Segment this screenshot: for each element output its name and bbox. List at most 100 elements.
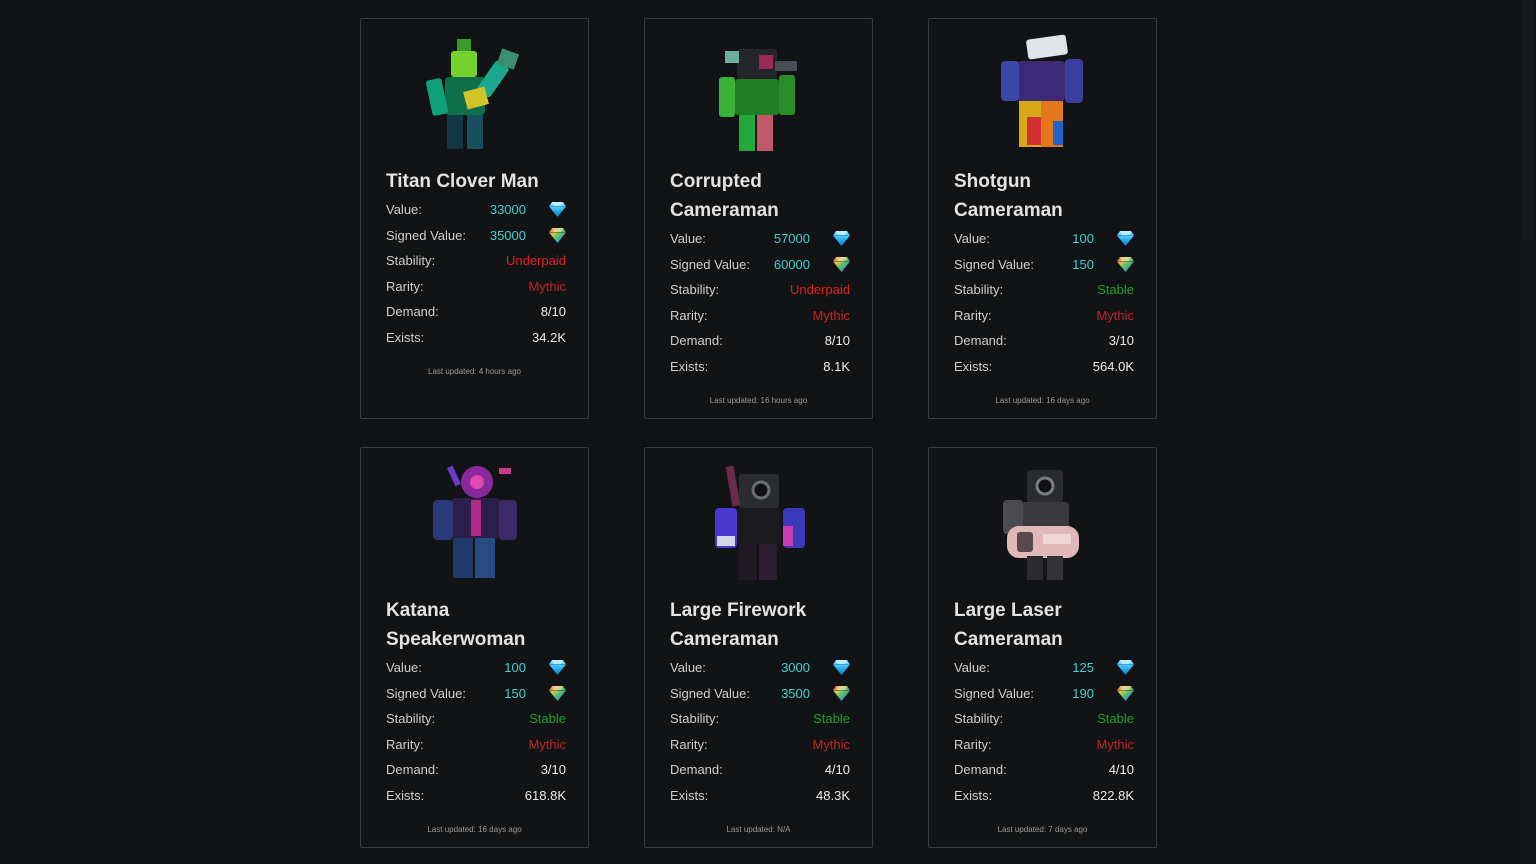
- rarity-row: Rarity: Mythic: [670, 303, 850, 329]
- value-label: Value:: [670, 231, 706, 246]
- signed-value-label: Signed Value:: [386, 685, 466, 701]
- demand-row: Demand: 3/10: [386, 757, 566, 783]
- character-image: [1002, 470, 1079, 580]
- last-updated: Last updated: 16 hours ago: [709, 396, 808, 405]
- rainbow-diamond-icon: [833, 257, 850, 272]
- stats-list: Value: 33000 Signed Value: 35000 Stabili…: [386, 197, 566, 351]
- stability-value: Stable: [1097, 711, 1134, 727]
- blue-diamond-icon: [833, 660, 850, 675]
- exists-value: 34.2K: [532, 329, 566, 345]
- stats-list: Value: 3000 Signed Value: 3500 Stability…: [670, 655, 850, 809]
- exists-label: Exists:: [670, 358, 709, 374]
- demand-row: Demand: 8/10: [386, 299, 566, 325]
- value-row: Value: 57000: [670, 226, 850, 252]
- item-card[interactable]: Corrupted Cameraman Value: 57000 Signed …: [644, 18, 873, 419]
- demand-label: Demand:: [670, 762, 723, 778]
- item-card[interactable]: Titan Clover Man Value: 33000 Signed Val…: [360, 18, 589, 419]
- rarity-label: Rarity:: [954, 307, 992, 323]
- rarity-value: Mythic: [812, 736, 850, 752]
- value-label: Value:: [954, 231, 990, 246]
- character-image: [714, 465, 805, 580]
- value-amount: 33000: [489, 202, 526, 217]
- demand-row: Demand: 3/10: [954, 328, 1134, 354]
- item-card[interactable]: Large Laser Cameraman Value: 125 Signed …: [928, 447, 1157, 848]
- rainbow-diamond-icon: [1117, 257, 1134, 272]
- value-label: Value:: [670, 660, 706, 675]
- rarity-row: Rarity: Mythic: [386, 732, 566, 758]
- signed-value-row: Signed Value: 150: [954, 252, 1134, 278]
- character-image: [1000, 34, 1083, 147]
- character-image: [718, 49, 797, 151]
- item-values-page: Titan Clover Man Value: 33000 Signed Val…: [0, 0, 1536, 864]
- stability-row: Stability: Underpaid: [670, 277, 850, 303]
- item-card[interactable]: Katana Speakerwoman Value: 100 Signed Va…: [360, 447, 589, 848]
- demand-label: Demand:: [670, 333, 723, 349]
- signed-value-amount: 35000: [489, 227, 526, 243]
- item-name: Corrupted Cameraman: [670, 171, 779, 221]
- item-name: Large Laser Cameraman: [954, 600, 1063, 650]
- character-image: [432, 465, 517, 578]
- stability-value: Stable: [1097, 282, 1134, 298]
- rarity-row: Rarity: Mythic: [954, 303, 1134, 329]
- stability-row: Stability: Stable: [954, 706, 1134, 732]
- item-card[interactable]: Large Firework Cameraman Value: 3000 Sig…: [644, 447, 873, 848]
- rarity-label: Rarity:: [386, 736, 424, 752]
- rarity-label: Rarity:: [386, 278, 424, 294]
- last-updated: Last updated: 16 days ago: [995, 396, 1090, 405]
- signed-value-label: Signed Value:: [954, 256, 1034, 272]
- value-amount: 100: [504, 660, 526, 675]
- signed-value-row: Signed Value: 35000: [386, 223, 566, 249]
- signed-value-row: Signed Value: 60000: [670, 252, 850, 278]
- stability-value: Stable: [813, 711, 850, 727]
- stability-row: Stability: Underpaid: [386, 248, 566, 274]
- signed-value-amount: 150: [504, 685, 526, 701]
- exists-value: 564.0K: [1092, 358, 1134, 374]
- value-label: Value:: [386, 202, 422, 217]
- exists-row: Exists: 8.1K: [670, 354, 850, 380]
- demand-value: 3/10: [1108, 333, 1134, 349]
- stats-list: Value: 57000 Signed Value: 60000 Stabili…: [670, 226, 850, 380]
- scrollbar[interactable]: [1520, 0, 1536, 864]
- exists-row: Exists: 48.3K: [670, 783, 850, 809]
- demand-value: 4/10: [824, 762, 850, 778]
- signed-value-row: Signed Value: 150: [386, 681, 566, 707]
- demand-label: Demand:: [954, 762, 1007, 778]
- value-label: Value:: [954, 660, 990, 675]
- exists-row: Exists: 822.8K: [954, 783, 1134, 809]
- demand-row: Demand: 4/10: [670, 757, 850, 783]
- exists-label: Exists:: [670, 787, 709, 803]
- demand-label: Demand:: [954, 333, 1007, 349]
- signed-value-amount: 190: [1072, 685, 1094, 701]
- demand-label: Demand:: [386, 304, 439, 320]
- value-label: Value:: [386, 660, 422, 675]
- stability-label: Stability:: [954, 282, 1004, 298]
- stability-label: Stability:: [670, 711, 720, 727]
- rarity-value: Mythic: [528, 736, 566, 752]
- blue-diamond-icon: [1117, 660, 1134, 675]
- demand-value: 8/10: [824, 333, 850, 349]
- stability-row: Stability: Stable: [954, 277, 1134, 303]
- exists-label: Exists:: [954, 787, 993, 803]
- rarity-value: Mythic: [1096, 307, 1134, 323]
- blue-diamond-icon: [833, 231, 850, 246]
- exists-label: Exists:: [954, 358, 993, 374]
- signed-value-label: Signed Value:: [954, 685, 1034, 701]
- stats-list: Value: 125 Signed Value: 190 Stability: …: [954, 655, 1134, 809]
- stability-label: Stability:: [670, 282, 720, 298]
- stability-label: Stability:: [386, 711, 436, 727]
- stability-label: Stability:: [954, 711, 1004, 727]
- exists-row: Exists: 564.0K: [954, 354, 1134, 380]
- rainbow-diamond-icon: [833, 686, 850, 701]
- item-name: Titan Clover Man: [386, 171, 539, 192]
- exists-label: Exists:: [386, 787, 425, 803]
- exists-value: 48.3K: [816, 787, 850, 803]
- item-card[interactable]: Shotgun Cameraman Value: 100 Signed Valu…: [928, 18, 1157, 419]
- exists-row: Exists: 618.8K: [386, 783, 566, 809]
- scrollbar-thumb[interactable]: [1522, 0, 1534, 240]
- last-updated: Last updated: N/A: [726, 825, 791, 834]
- stability-value: Underpaid: [506, 253, 566, 269]
- rarity-row: Rarity: Mythic: [670, 732, 850, 758]
- rainbow-diamond-icon: [549, 228, 566, 243]
- value-row: Value: 125: [954, 655, 1134, 681]
- demand-label: Demand:: [386, 762, 439, 778]
